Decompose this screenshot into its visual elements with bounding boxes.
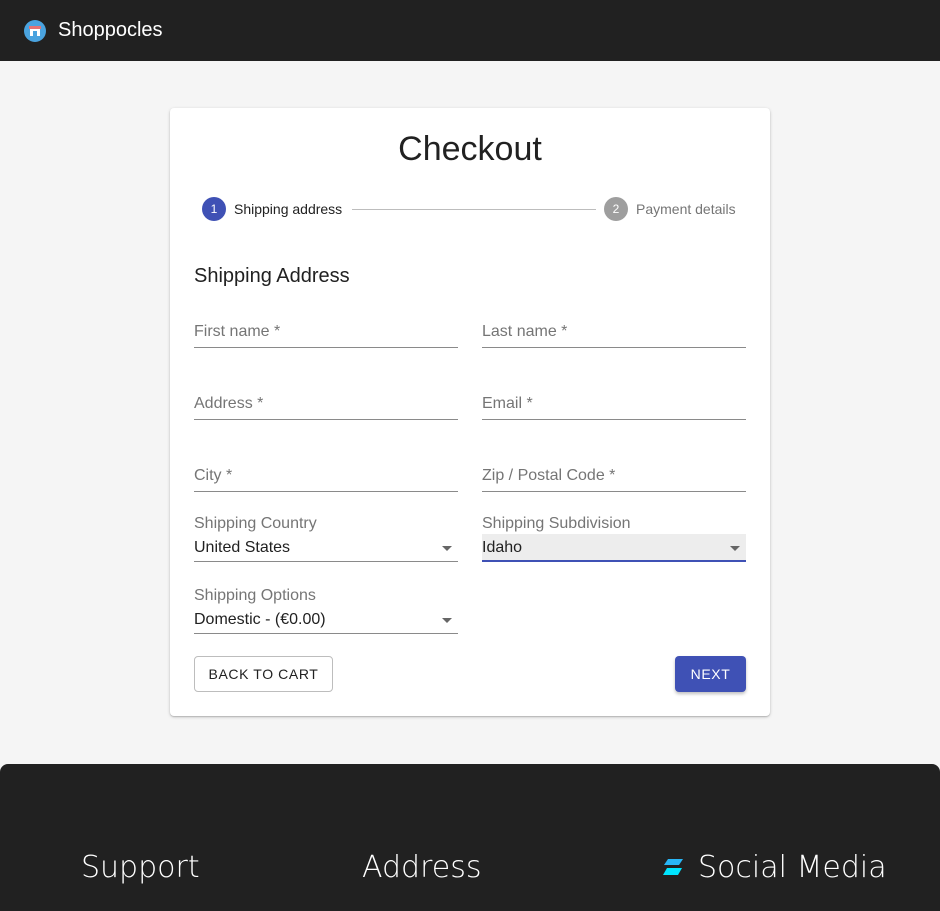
step-payment-details: 2 Payment details [604,197,736,221]
city-field[interactable]: City * [194,462,458,492]
social-media-icon [663,859,683,875]
caret-down-icon [730,546,740,551]
shipping-subdivision-value: Idaho [482,539,523,556]
brand-name[interactable]: Shoppocles [58,19,163,42]
last-name-placeholder: Last name * [482,323,568,340]
step-label: Shipping address [234,201,343,217]
shipping-options-label: Shipping Options [194,587,316,604]
page-title: Checkout [398,130,542,168]
stepper-connector [352,209,596,210]
caret-down-icon [442,618,452,623]
shipping-subdivision-label: Shipping Subdivision [482,515,631,532]
email-placeholder: Email * [482,395,533,412]
shipping-options-select[interactable]: Shipping Options Domestic - (€0.00) [194,586,458,634]
shipping-subdivision-dropdown[interactable]: Idaho [482,534,746,562]
next-button[interactable]: NEXT [675,656,746,692]
email-field[interactable]: Email * [482,390,746,420]
last-name-field[interactable]: Last name * [482,318,746,348]
address-field[interactable]: Address * [194,390,458,420]
zip-placeholder: Zip / Postal Code * [482,467,616,484]
shipping-options-value: Domestic - (€0.00) [194,611,326,628]
zip-field[interactable]: Zip / Postal Code * [482,462,746,492]
shipping-country-dropdown[interactable]: United States [194,534,458,562]
app-bar: Shoppocles [0,0,940,61]
footer-address-heading: Address [362,850,482,885]
address-placeholder: Address * [194,395,264,412]
footer [0,764,940,911]
shipping-country-label: Shipping Country [194,515,317,532]
caret-down-icon [442,546,452,551]
first-name-placeholder: First name * [194,323,281,340]
city-placeholder: City * [194,467,233,484]
step-label: Payment details [636,201,736,217]
shipping-country-value: United States [194,539,291,556]
step-number: 2 [604,197,628,221]
step-shipping-address: 1 Shipping address [202,197,342,221]
back-to-cart-button[interactable]: BACK TO CART [194,656,333,692]
store-icon[interactable] [24,19,46,42]
shipping-country-select[interactable]: Shipping Country United States [194,514,458,562]
shipping-subdivision-select[interactable]: Shipping Subdivision Idaho [482,514,746,562]
footer-support-heading: Support [81,850,200,885]
step-number: 1 [202,197,226,221]
shipping-options-dropdown[interactable]: Domestic - (€0.00) [194,606,458,634]
footer-social-heading: Social Media [698,850,887,885]
section-title: Shipping Address [194,265,350,287]
first-name-field[interactable]: First name * [194,318,458,348]
